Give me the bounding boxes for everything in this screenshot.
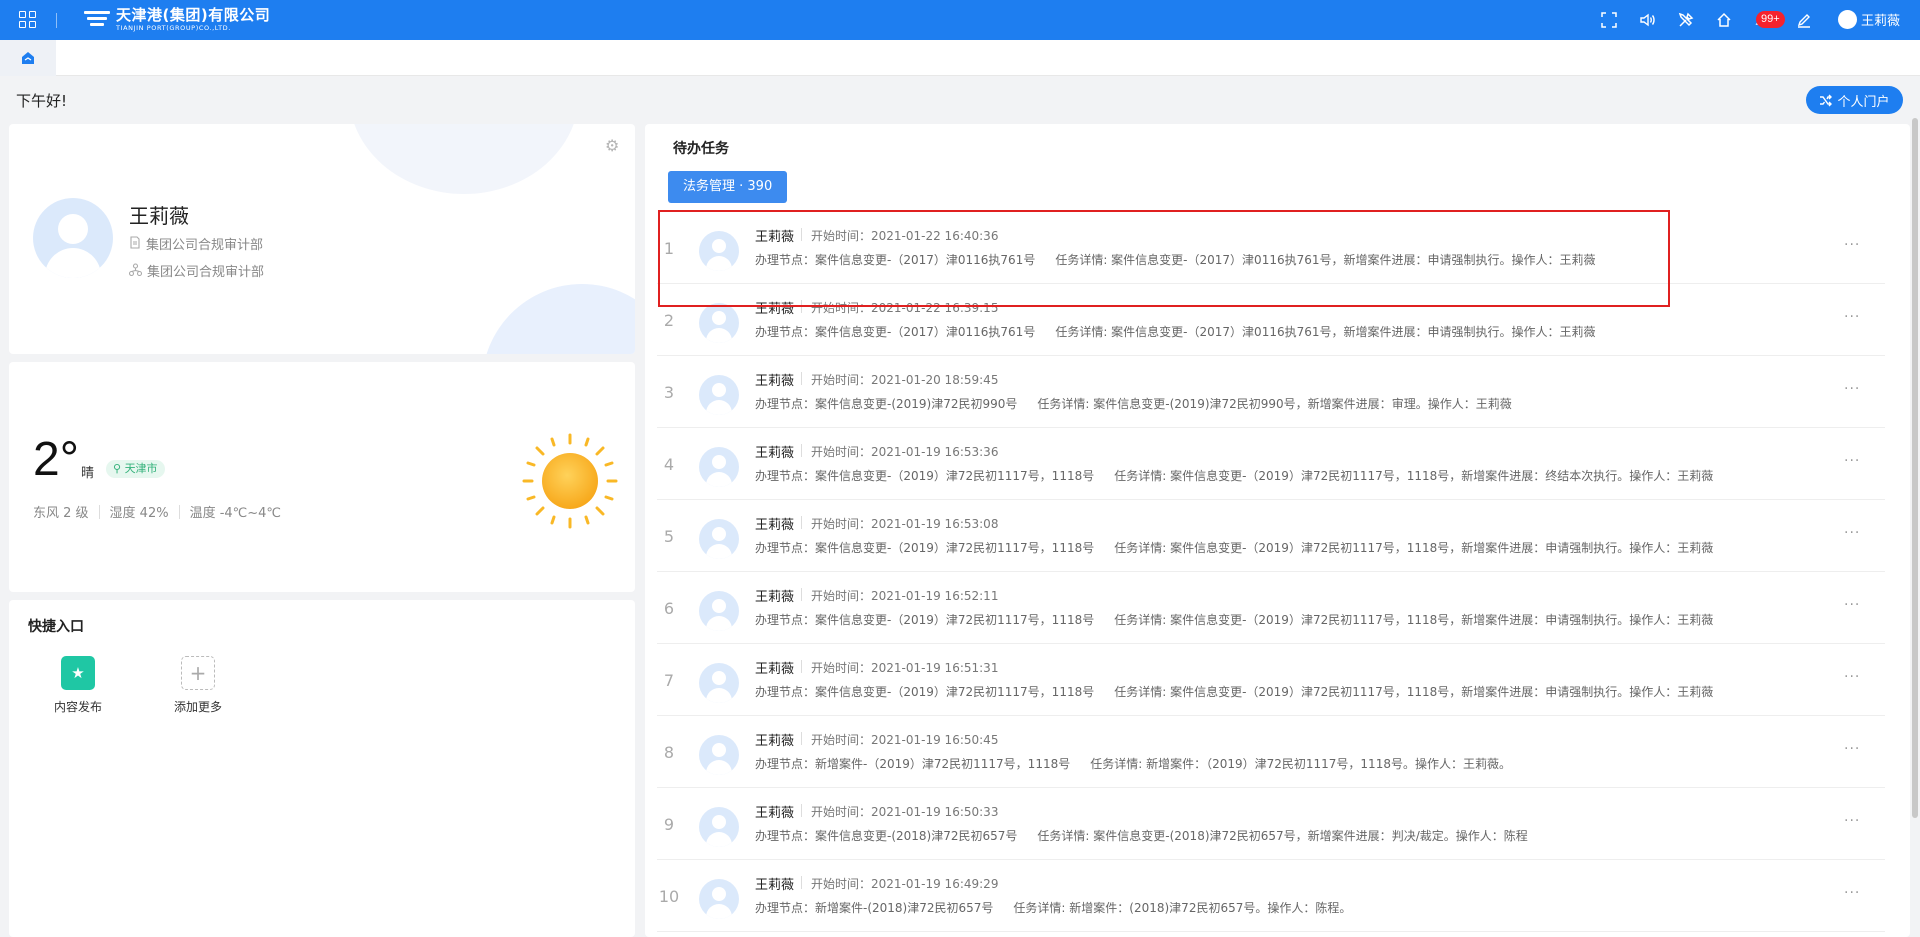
org-icon — [128, 262, 143, 279]
sun-icon — [522, 433, 618, 529]
apps-grid-icon[interactable] — [19, 11, 37, 29]
weather-condition: 晴 — [81, 466, 95, 481]
gear-icon[interactable]: ⚙ — [605, 136, 619, 155]
user-name: 王莉薇 — [1861, 14, 1901, 29]
avatar — [699, 303, 739, 343]
task-row[interactable]: 9 王莉薇 开始时间：2021-01-19 16:50:33 办理节点：案件信息… — [657, 788, 1885, 860]
top-bar: 天津港(集团)有限公司 TIANJIN PORT(GROUP)CO.,LTD. … — [0, 0, 1920, 40]
personal-portal-label: 个人门户 — [1837, 94, 1890, 110]
task-row[interactable]: 5 王莉薇 开始时间：2021-01-19 16:53:08 办理节点：案件信息… — [657, 500, 1885, 572]
more-icon[interactable]: ··· — [1844, 885, 1860, 901]
task-row[interactable]: 4 王莉薇 开始时间：2021-01-19 16:53:36 办理节点：案件信息… — [657, 428, 1885, 500]
avatar — [699, 375, 739, 415]
notification-badge[interactable]: 99+ — [1756, 11, 1785, 28]
more-icon[interactable]: ··· — [1844, 237, 1860, 253]
profile-name: 王莉薇 — [129, 204, 189, 228]
more-icon[interactable]: ··· — [1844, 741, 1860, 757]
logo-subtitle: TIANJIN PORT(GROUP)CO.,LTD. — [116, 24, 231, 33]
weather-wind: 东风 2 级 — [33, 506, 89, 521]
more-icon[interactable]: ··· — [1844, 669, 1860, 685]
user-menu[interactable]: 王莉薇 — [1838, 10, 1900, 29]
avatar — [699, 663, 739, 703]
weather-temp-range: 温度 -4℃~4℃ — [189, 506, 282, 521]
task-row[interactable]: 8 王莉薇 开始时间：2021-01-19 16:50:45 办理节点：新增案件… — [657, 716, 1885, 788]
avatar — [699, 519, 739, 559]
edit-icon[interactable] — [1794, 10, 1814, 30]
more-icon[interactable]: ··· — [1844, 309, 1860, 325]
shuffle-icon — [1820, 94, 1833, 106]
tab-strip — [0, 40, 1920, 76]
home-tab-icon — [22, 52, 34, 64]
task-row[interactable]: 3 王莉薇 开始时间：2021-01-20 18:59:45 办理节点：案件信息… — [657, 356, 1885, 428]
profile-card: ⚙ 王莉薇 集团公司合规审计部 集团公司合规审计部 — [9, 124, 635, 354]
more-icon[interactable]: ··· — [1844, 525, 1860, 541]
task-row[interactable]: 2 王莉薇 开始时间：2021-01-22 16:39:15 办理节点：案件信息… — [657, 284, 1885, 356]
quick-entry-publish[interactable]: ★ 内容发布 — [33, 656, 123, 715]
user-avatar-icon — [1838, 10, 1857, 29]
profile-department: 集团公司合规审计部 — [129, 234, 263, 253]
document-icon — [129, 235, 141, 252]
todo-tasks-card: 待办任务 法务管理 · 390 1 王莉薇 开始时间：2021-01-22 16… — [645, 124, 1910, 937]
logo-title: 天津港(集团)有限公司 — [116, 6, 271, 25]
avatar — [699, 447, 739, 487]
task-row[interactable]: 7 王莉薇 开始时间：2021-01-19 16:51:31 办理节点：案件信息… — [657, 644, 1885, 716]
task-row[interactable]: 6 王莉薇 开始时间：2021-01-19 16:52:11 办理节点：案件信息… — [657, 572, 1885, 644]
home-icon[interactable] — [1714, 10, 1734, 30]
avatar — [699, 807, 739, 847]
page-scrollbar[interactable] — [1912, 118, 1918, 818]
logo-mark-icon — [84, 9, 110, 31]
volume-icon[interactable] — [1637, 10, 1657, 30]
weather-card: 2° 晴 ⚲ 天津市 东风 2 级 湿度 42% 温度 -4℃~4℃ — [9, 362, 635, 592]
avatar — [699, 735, 739, 775]
plus-icon: + — [181, 656, 215, 690]
todo-tasks-title: 待办任务 — [673, 141, 729, 157]
avatar — [699, 231, 739, 271]
city-tag: ⚲ 天津市 — [106, 460, 165, 478]
weather-humidity: 湿度 42% — [109, 506, 169, 521]
more-icon[interactable]: ··· — [1844, 381, 1860, 397]
tab-home[interactable] — [0, 40, 56, 76]
task-row[interactable]: 1 王莉薇 开始时间：2021-01-22 16:40:36 办理节点：案件信息… — [657, 212, 1885, 284]
greeting-text: 下午好! — [16, 92, 68, 110]
location-pin-icon: ⚲ — [113, 462, 122, 475]
weather-temperature: 2° — [33, 433, 79, 486]
topbar-divider — [56, 13, 57, 28]
personal-portal-button[interactable]: 个人门户 — [1806, 86, 1903, 114]
quick-entry-add-more[interactable]: + 添加更多 — [153, 656, 243, 715]
avatar — [699, 591, 739, 631]
profile-organization: 集团公司合规审计部 — [128, 261, 264, 280]
star-icon: ★ — [61, 656, 95, 690]
more-icon[interactable]: ··· — [1844, 813, 1860, 829]
task-row[interactable]: 10 王莉薇 开始时间：2021-01-19 16:49:29 办理节点：新增案… — [657, 860, 1885, 932]
weather-details: 东风 2 级 湿度 42% 温度 -4℃~4℃ — [33, 502, 281, 521]
fullscreen-icon[interactable] — [1599, 10, 1619, 30]
tab-legal-management[interactable]: 法务管理 · 390 — [668, 171, 788, 203]
tools-icon[interactable] — [1676, 10, 1696, 30]
more-icon[interactable]: ··· — [1844, 597, 1860, 613]
company-logo[interactable]: 天津港(集团)有限公司 TIANJIN PORT(GROUP)CO.,LTD. — [84, 7, 270, 33]
quick-entry-card: 快捷入口 ★ 内容发布 + 添加更多 — [9, 600, 635, 937]
avatar — [33, 198, 113, 278]
quick-entry-title: 快捷入口 — [28, 619, 84, 635]
avatar — [699, 879, 739, 919]
more-icon[interactable]: ··· — [1844, 453, 1860, 469]
